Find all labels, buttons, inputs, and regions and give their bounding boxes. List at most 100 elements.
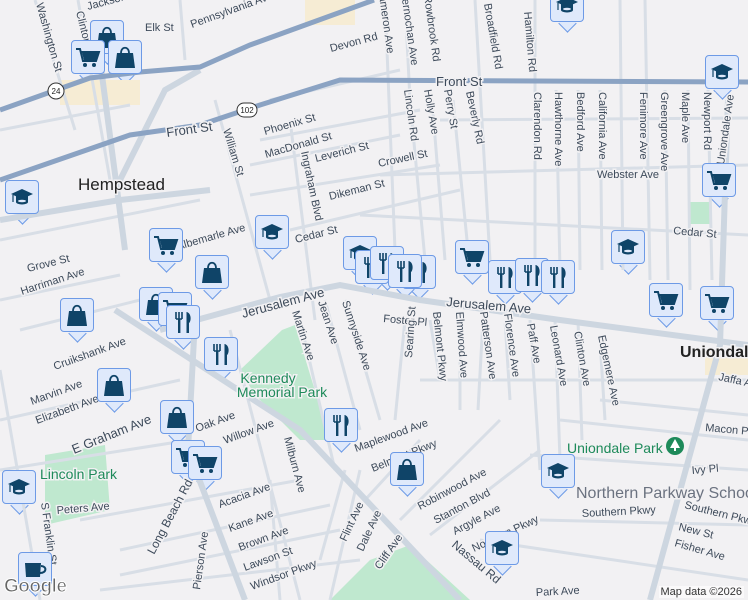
shopping-bag-icon (67, 304, 87, 326)
map-marker-school[interactable] (255, 215, 289, 249)
street-label: Milburn Ave (281, 436, 307, 494)
shopping-bag-icon (397, 458, 417, 480)
street-label: Long Beach Rd (144, 477, 195, 557)
map-marker-fork-knife[interactable] (388, 254, 422, 288)
street-label: Broadfield Rd (481, 2, 504, 70)
map-marker-cart[interactable] (149, 228, 183, 262)
park-tree-icon (666, 437, 684, 455)
street-label: Oak Ave (194, 409, 237, 434)
map-marker-cart[interactable] (702, 163, 736, 197)
street-label: Kernochan Ave (398, 0, 420, 66)
shopping-bag-icon (167, 406, 187, 428)
street-label: Fisher Ave (673, 537, 726, 563)
street-label: Front St (436, 74, 483, 89)
route-shield-102: 102 (236, 102, 258, 118)
restaurant-icon (333, 415, 349, 436)
street-label: Leonard Ave (547, 324, 570, 387)
shopping-cart-icon (76, 48, 101, 67)
street-label: Maple Ave (679, 92, 691, 143)
restaurant-icon (550, 267, 566, 288)
restaurant-icon (397, 261, 413, 282)
map-marker-school[interactable] (485, 531, 519, 565)
shopping-cart-icon (654, 291, 679, 310)
restaurant-icon (213, 344, 229, 365)
map-marker-bag[interactable] (390, 452, 424, 486)
park-area (688, 202, 710, 224)
map-marker-cart[interactable] (71, 40, 105, 74)
map-marker-school[interactable] (5, 180, 39, 214)
shopping-cart-icon (460, 248, 485, 267)
map-marker-fork-knife[interactable] (324, 408, 358, 442)
street-label: Sunnyside Ave (339, 299, 373, 372)
map-marker-cart[interactable] (188, 446, 222, 480)
map-marker-cart[interactable] (455, 240, 489, 274)
map-marker-school[interactable] (550, 0, 584, 22)
map-attribution[interactable]: Map data ©2026 (658, 586, 744, 598)
map-marker-bag[interactable] (97, 368, 131, 402)
street-label: Elk St (145, 22, 174, 34)
map-marker-bag[interactable] (108, 40, 142, 74)
park-label-uniondale: Uniondale Park (567, 440, 664, 456)
street-label: Greengrove Ave (658, 92, 670, 171)
shopping-bag-icon (115, 46, 135, 68)
shopping-bag-icon (202, 261, 222, 283)
street-label: Southern Pkwy (582, 504, 657, 520)
street-label: Paff Ave (524, 322, 543, 364)
street-label: Rowbrook Rd (421, 0, 442, 62)
route-shield-24: 24 (47, 82, 65, 100)
street-label: California Ave (596, 92, 608, 160)
street-label: Edgemere Ave (595, 334, 622, 407)
street-label: Holly Ave (421, 88, 441, 135)
map-canvas[interactable]: 24 102 Washington St Clinton St Jackson … (0, 0, 748, 600)
street-label: Perry St (441, 88, 460, 129)
street-label: Jean Ave (315, 299, 340, 346)
street-label: Elmwood Ave (453, 311, 470, 378)
school-icon (261, 224, 283, 240)
map-marker-fork-knife[interactable] (541, 260, 575, 294)
map-marker-bag[interactable] (60, 298, 94, 332)
street-label: Devon Rd (329, 31, 379, 55)
map-marker-bag[interactable] (160, 400, 194, 434)
map-marker-school[interactable] (541, 454, 575, 488)
street-label: Albemarle Ave (176, 222, 247, 253)
street-label: Webster Ave (597, 169, 659, 181)
poi-label-school[interactable]: Northern Parkway School (575, 484, 748, 504)
map-marker-bag[interactable] (195, 255, 229, 289)
google-logo[interactable]: Google (3, 576, 67, 598)
map-marker-school[interactable] (2, 470, 36, 504)
park-label-lincoln: Lincoln Park (40, 466, 118, 482)
street-label: Acacia Ave (217, 481, 272, 511)
street-label: Uniondale Ave (715, 94, 737, 166)
street-label: Florence Ave (501, 313, 522, 378)
school-icon (556, 0, 578, 13)
street-label: Washington St (33, 2, 64, 74)
svg-text:102: 102 (240, 106, 254, 115)
shopping-cart-icon (154, 236, 179, 255)
street-label: E Graham Ave (70, 411, 154, 456)
map-marker-cart[interactable] (700, 286, 734, 320)
map-marker-school[interactable] (705, 55, 739, 89)
street-label: Jackson St (86, 0, 141, 13)
svg-text:24: 24 (52, 87, 61, 96)
restaurant-icon (175, 312, 191, 333)
street-label: Searing St (403, 306, 419, 358)
school-icon (8, 479, 30, 495)
street-label: Cameron Ave (375, 0, 396, 54)
street-label: Cedar St (673, 225, 717, 241)
map-marker-school[interactable] (611, 230, 645, 264)
school-icon (491, 540, 513, 556)
street-label: Pennsylvania Ave (189, 0, 275, 31)
street-label: Clarendon Rd (531, 92, 543, 160)
street-label: Park Ave (536, 585, 580, 599)
map-marker-fork-knife[interactable] (166, 305, 200, 339)
shopping-cart-icon (193, 454, 218, 473)
school-icon (11, 189, 33, 205)
park-label-memorial: Memorial Park (237, 384, 328, 400)
map-marker-cart[interactable] (649, 283, 683, 317)
map-marker-fork-knife[interactable] (204, 337, 238, 371)
street-label: William St (220, 127, 246, 177)
city-label-hempstead: Hempstead (78, 175, 165, 194)
school-icon (617, 239, 639, 255)
street-label: Front St (165, 119, 213, 140)
street-label: Lincoln Rd (401, 89, 420, 142)
